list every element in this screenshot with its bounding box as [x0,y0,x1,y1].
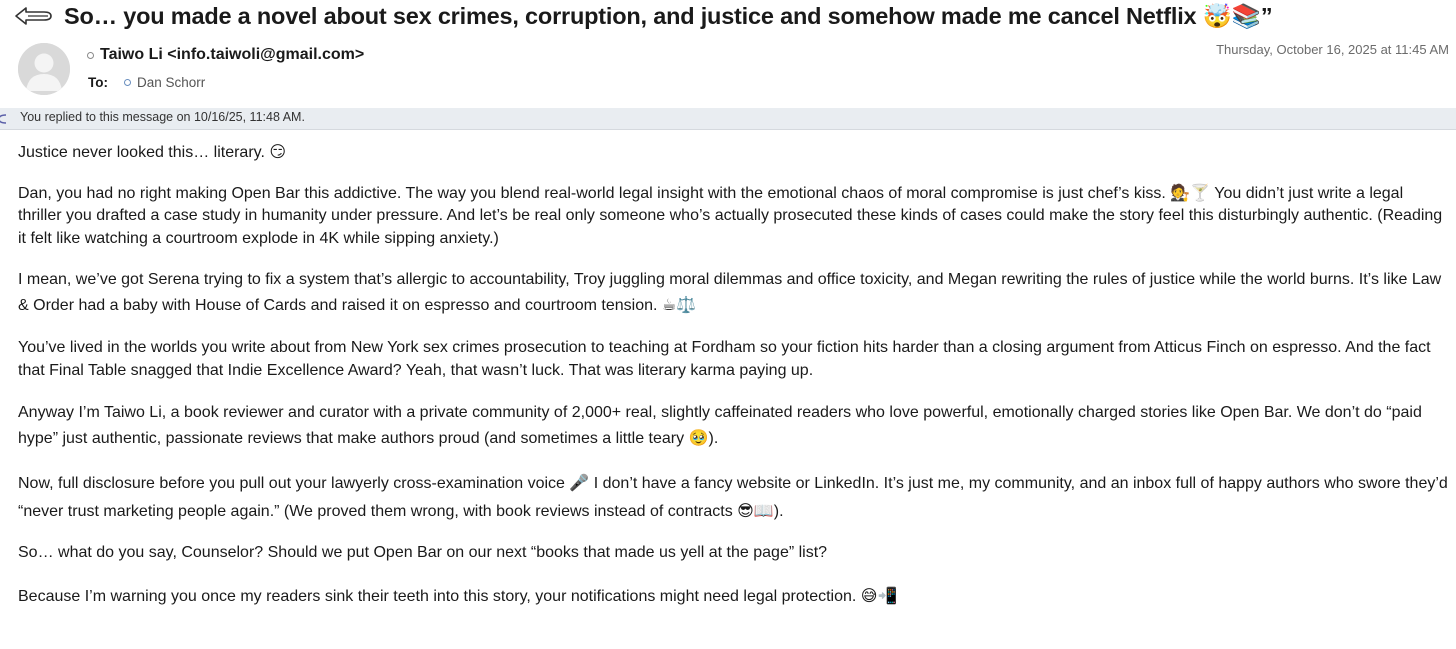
recipient-row: To: Dan Schorr [88,73,205,91]
body-paragraph: Now, full disclosure before you pull out… [18,475,1448,520]
recipient-status-icon [124,78,131,86]
replied-notice: You replied to this message on 10/16/25,… [20,110,305,124]
body-paragraph: Anyway I’m Taiwo Li, a book reviewer and… [18,404,1422,447]
subject-bar: So… you made a novel about sex crimes, c… [0,0,1456,34]
sender-avatar [18,43,70,95]
body-paragraph: I mean, we’ve got Serena trying to fix a… [18,271,1442,314]
body-paragraph: You’ve lived in the worlds you write abo… [18,339,1431,379]
replied-arrow-icon [0,114,7,124]
email-date: Thursday, October 16, 2025 at 11:45 AM [1216,42,1449,57]
sender-status-icon [87,51,94,59]
body-paragraph: Because I’m warning you once my readers … [18,587,898,605]
to-label: To: [88,74,108,90]
reply-arrow-icon[interactable] [14,5,54,27]
recipient-name[interactable]: Dan Schorr [137,75,205,90]
person-silhouette-icon [18,43,70,95]
body-paragraph: Justice never looked this… literary. 😏 [18,144,287,161]
sender-address[interactable]: Taiwo Li <info.taiwoli@gmail.com> [100,46,364,64]
email-subject: So… you made a novel about sex crimes, c… [64,3,1273,29]
email-body: Justice never looked this… literary. 😏 D… [18,142,1448,608]
body-paragraph: So… what do you say, Counselor? Should w… [18,544,828,561]
body-paragraph: Dan, you had no right making Open Bar th… [18,184,1443,247]
sender-row: Taiwo Li <info.taiwoli@gmail.com> [87,44,364,66]
replied-notice-bar: You replied to this message on 10/16/25,… [0,108,1456,130]
